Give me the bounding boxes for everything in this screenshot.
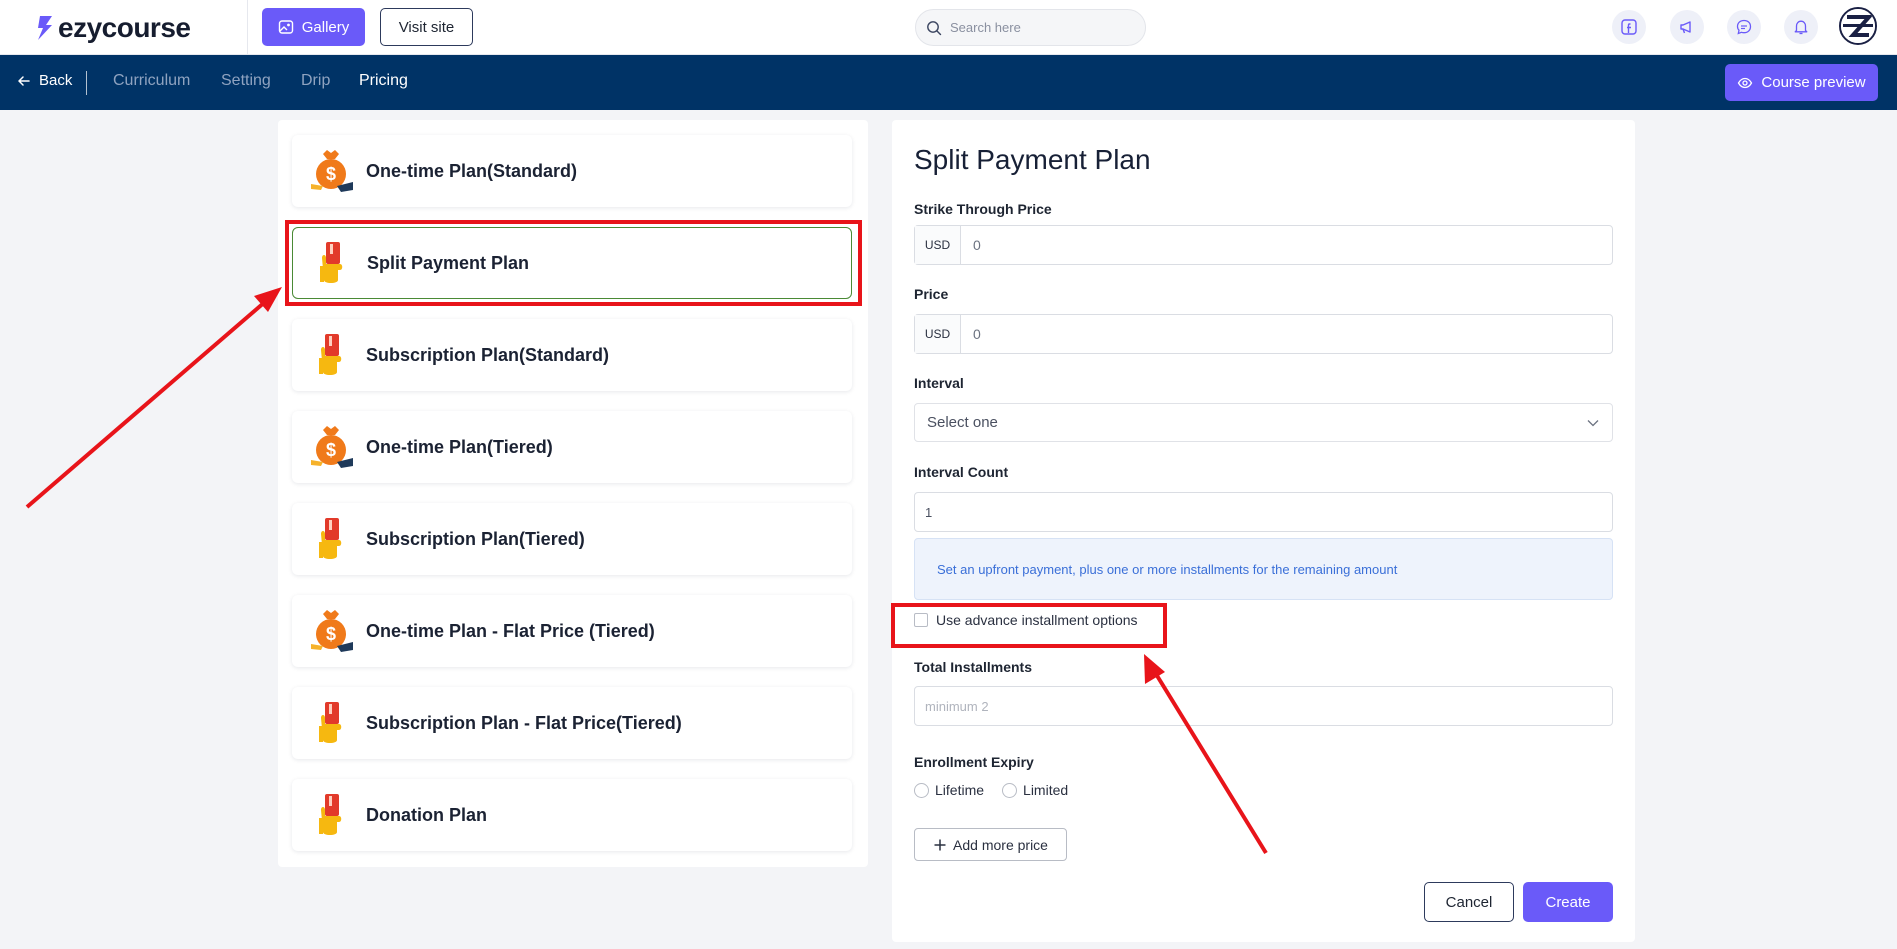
create-button[interactable]: Create (1523, 882, 1613, 922)
facebook-icon (1621, 19, 1637, 35)
card-hand-icon (306, 514, 356, 564)
tab-setting[interactable]: Setting (221, 72, 271, 90)
svg-text:$: $ (326, 624, 336, 644)
price-field[interactable]: USD 0 (914, 314, 1613, 354)
back-label: Back (39, 72, 73, 89)
total-installments-label: Total Installments (914, 659, 1032, 675)
plan-label: One-time Plan - Flat Price (Tiered) (366, 620, 655, 641)
tab-drip[interactable]: Drip (301, 72, 330, 90)
interval-count-input[interactable]: 1 (914, 492, 1613, 532)
gallery-button[interactable]: Gallery (262, 8, 365, 46)
divider (247, 0, 248, 55)
highlight-box-advance-option (891, 603, 1167, 648)
logo-text: ezycourse (58, 12, 191, 43)
plan-label: Subscription Plan(Tiered) (366, 528, 585, 549)
card-hand-icon (306, 790, 356, 840)
highlight-box-selected-plan (285, 220, 862, 306)
enrollment-expiry-label: Enrollment Expiry (914, 754, 1034, 770)
logo-icon (38, 16, 52, 40)
plan-card-one-time-flat-tiered[interactable]: $ One-time Plan - Flat Price (Tiered) (292, 595, 852, 667)
plan-label: One-time Plan(Tiered) (366, 436, 553, 457)
card-hand-icon (306, 698, 356, 748)
interval-label: Interval (914, 375, 964, 391)
svg-text:$: $ (326, 164, 336, 184)
tab-curriculum[interactable]: Curriculum (113, 72, 190, 90)
bell-icon (1794, 20, 1808, 35)
lifetime-label: Lifetime (935, 782, 985, 798)
strike-price-field[interactable]: USD 0 (914, 225, 1613, 265)
installment-info-box: Set an upfront payment, plus one or more… (914, 538, 1613, 600)
eye-icon (1738, 77, 1753, 88)
course-nav-bar: Back Curriculum Setting Drip Pricing Cou… (0, 55, 1897, 110)
plan-card-one-time-standard[interactable]: $ One-time Plan(Standard) (292, 135, 852, 207)
facebook-button[interactable] (1612, 10, 1646, 44)
money-bag-icon: $ (306, 606, 356, 656)
money-bag-icon: $ (306, 146, 356, 196)
card-hand-icon (306, 330, 356, 380)
plan-card-one-time-tiered[interactable]: $ One-time Plan(Tiered) (292, 411, 852, 483)
limited-radio[interactable] (1002, 782, 1018, 798)
plus-icon (934, 839, 946, 850)
price-value: 0 (973, 326, 981, 342)
plan-card-subscription-flat-tiered[interactable]: Subscription Plan - Flat Price(Tiered) (292, 687, 852, 759)
nav-divider (86, 71, 87, 95)
plan-card-subscription-standard[interactable]: Subscription Plan(Standard) (292, 319, 852, 391)
plan-form-panel: Split Payment Plan Strike Through Price … (892, 120, 1635, 942)
notifications-button[interactable] (1784, 10, 1818, 44)
arrow-left-icon (18, 75, 30, 86)
top-bar: ezycourse Gallery Visit site Search here (0, 0, 1897, 55)
tab-pricing[interactable]: Pricing (359, 72, 408, 90)
limited-label: Limited (1023, 782, 1069, 798)
visit-site-label: Visit site (398, 18, 455, 36)
strike-price-value: 0 (973, 237, 981, 253)
chevron-down-icon (1587, 419, 1599, 426)
lifetime-radio[interactable] (914, 782, 929, 798)
currency-prefix: USD (915, 315, 961, 353)
search-placeholder: Search here (950, 20, 1021, 35)
money-bag-icon: $ (306, 422, 356, 472)
announcement-button[interactable] (1670, 10, 1704, 44)
course-preview-label: Course preview (1761, 74, 1866, 91)
avatar-logo-icon (1841, 9, 1875, 43)
price-label: Price (914, 286, 949, 302)
chat-icon (1736, 19, 1752, 35)
plan-card-donation[interactable]: Donation Plan (292, 779, 852, 851)
plan-label: Donation Plan (366, 804, 487, 825)
search-input[interactable]: Search here (915, 9, 1146, 46)
messages-button[interactable] (1727, 10, 1761, 44)
interval-selected-value: Select one (927, 414, 998, 431)
add-more-price-button[interactable]: Add more price (914, 828, 1067, 861)
logo[interactable]: ezycourse (36, 12, 191, 44)
plan-label: Subscription Plan(Standard) (366, 344, 610, 365)
search-icon (927, 20, 942, 35)
plan-card-subscription-tiered[interactable]: Subscription Plan(Tiered) (292, 503, 852, 575)
form-title: Split Payment Plan (914, 144, 1151, 175)
interval-count-label: Interval Count (914, 464, 1009, 480)
plan-label: Subscription Plan - Flat Price(Tiered) (366, 712, 682, 733)
gallery-label: Gallery (301, 18, 350, 36)
plan-label: One-time Plan(Standard) (366, 160, 578, 181)
svg-text:$: $ (326, 440, 336, 460)
course-preview-button[interactable]: Course preview (1725, 64, 1878, 101)
interval-select[interactable]: Select one (914, 403, 1613, 442)
enrollment-expiry-options: Lifetime Limited (914, 782, 1068, 798)
currency-prefix: USD (915, 226, 961, 264)
back-button[interactable]: Back (17, 72, 72, 89)
add-more-price-label: Add more price (953, 836, 1048, 853)
arrow-to-selected-plan (25, 287, 282, 509)
gallery-icon (278, 20, 293, 34)
avatar[interactable] (1839, 7, 1877, 45)
megaphone-icon (1680, 21, 1691, 34)
strike-price-label: Strike Through Price (914, 201, 1052, 217)
total-installments-input[interactable]: minimum 2 (914, 686, 1613, 726)
cancel-button[interactable]: Cancel (1424, 882, 1514, 922)
visit-site-button[interactable]: Visit site (380, 8, 473, 46)
